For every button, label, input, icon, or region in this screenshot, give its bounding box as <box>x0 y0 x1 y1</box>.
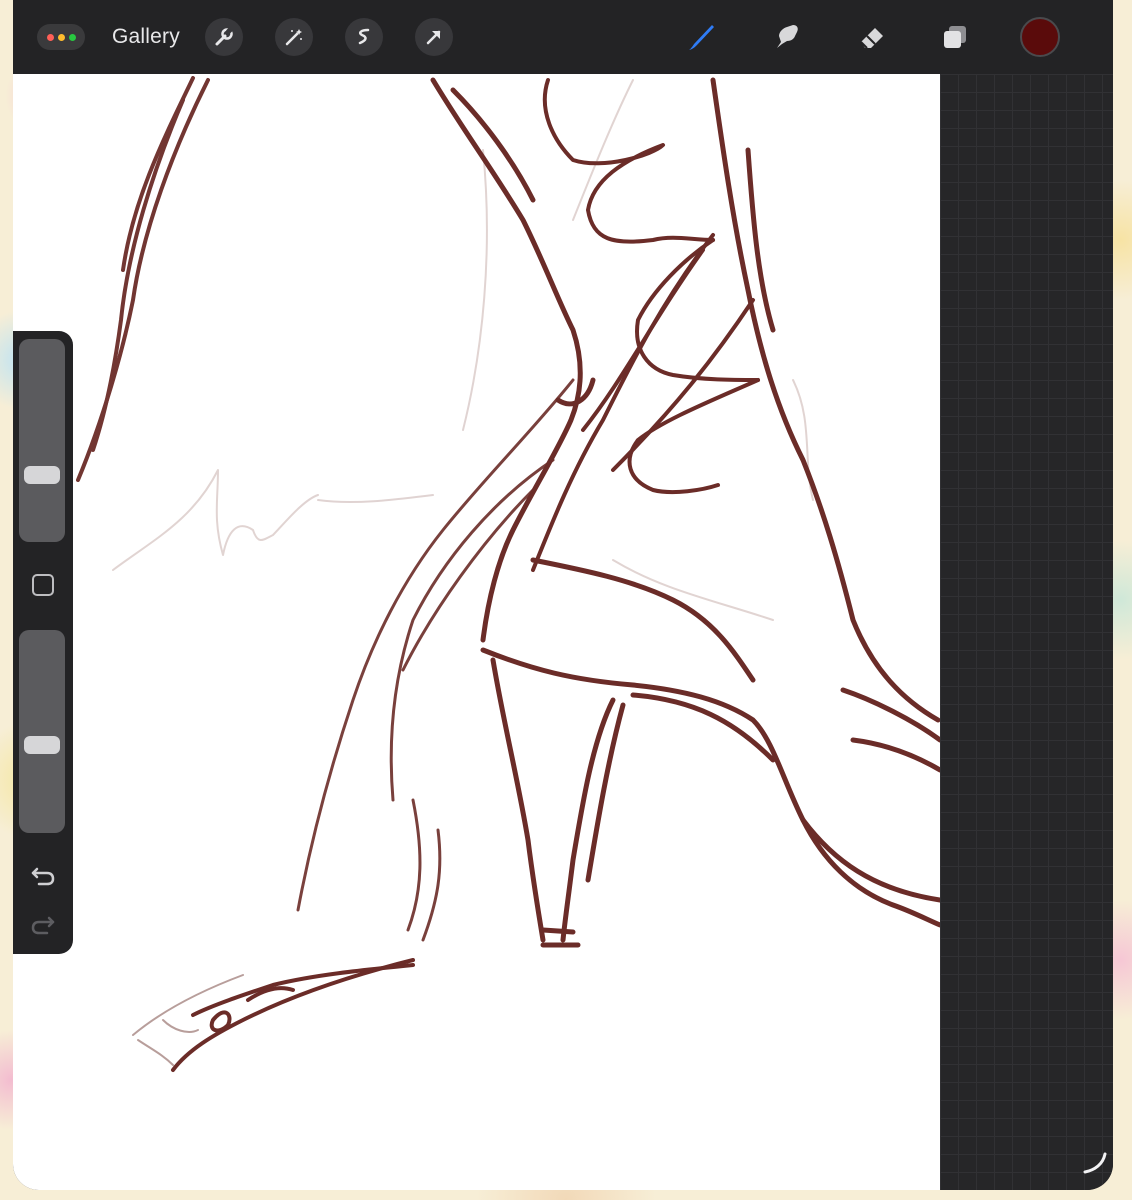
smudge-icon <box>777 25 798 48</box>
adjustments-button[interactable] <box>275 18 313 56</box>
dot-green-icon <box>68 33 76 41</box>
undo-icon[interactable] <box>29 860 57 888</box>
layers-button[interactable] <box>934 16 976 58</box>
brush-size-handle[interactable] <box>24 466 60 485</box>
modify-square-icon[interactable] <box>32 574 54 596</box>
top-toolbar: Gallery <box>13 0 1113 74</box>
gallery-button[interactable]: Gallery <box>112 23 180 51</box>
actions-button[interactable] <box>205 18 243 56</box>
transform-button[interactable] <box>415 18 453 56</box>
layers-icon <box>944 26 966 48</box>
sidebar <box>13 331 73 954</box>
transform-arrow-icon <box>426 30 441 45</box>
selection-icon <box>358 28 370 45</box>
procreate-window: Gallery <box>13 0 1113 1190</box>
eraser-tool-button[interactable] <box>851 16 893 58</box>
resize-handle-icon[interactable] <box>1081 1148 1109 1176</box>
redo-icon[interactable] <box>29 909 57 937</box>
smudge-tool-button[interactable] <box>765 16 807 58</box>
drawing-canvas[interactable] <box>13 74 940 1190</box>
selection-button[interactable] <box>345 18 383 56</box>
dot-yellow-icon <box>57 33 65 41</box>
dot-red-icon <box>46 33 54 41</box>
magic-wand-icon <box>285 29 302 46</box>
color-picker-button[interactable] <box>1020 17 1060 57</box>
opacity-handle[interactable] <box>24 736 60 755</box>
brush-tool-button[interactable] <box>679 16 721 58</box>
brush-size-slider[interactable] <box>19 339 65 542</box>
eraser-icon <box>860 28 883 49</box>
app-menu-button[interactable] <box>37 24 85 50</box>
opacity-slider[interactable] <box>19 630 65 833</box>
sketch-drawing <box>76 76 940 1072</box>
wrench-icon <box>215 26 234 46</box>
grid-side-panel <box>940 74 1113 1190</box>
brush-icon <box>689 25 714 50</box>
